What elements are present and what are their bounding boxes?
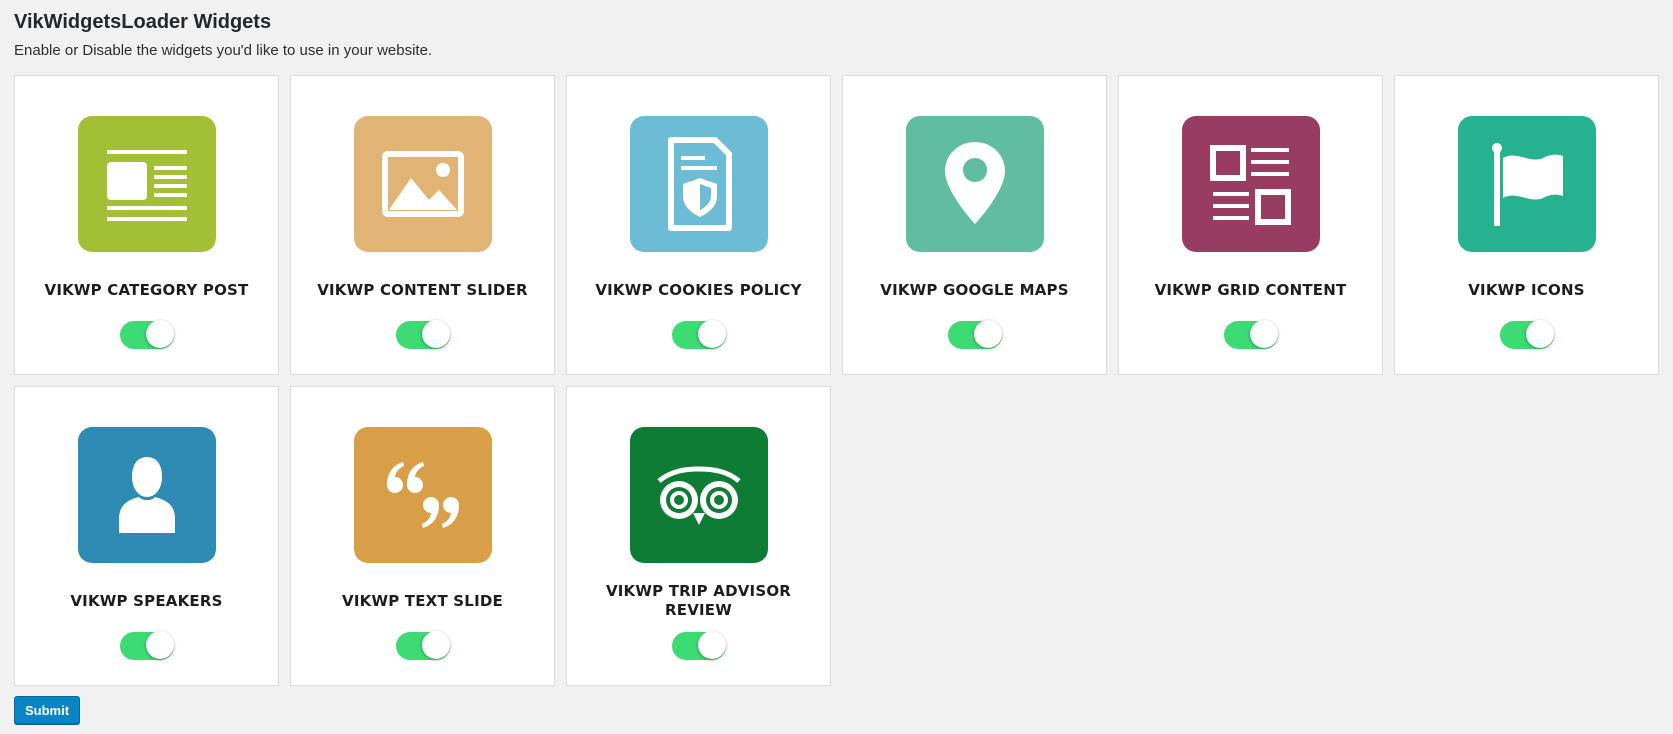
widget-tile (353, 427, 492, 563)
widget-card-trip-advisor-review: VIKWP TRIP ADVISOR REVIEW (566, 386, 831, 686)
widget-title: VIKWP CATEGORY POST (44, 280, 249, 299)
widget-toggle[interactable] (119, 631, 174, 660)
widget-card-text-slide: VIKWP TEXT SLIDE (290, 386, 555, 686)
widget-tile (77, 116, 216, 252)
widget-title: VIKWP TEXT SLIDE (342, 591, 503, 610)
widget-tile (905, 116, 1044, 252)
toggle-knob (145, 631, 174, 659)
widget-toggle[interactable] (395, 631, 450, 660)
widget-tile (353, 116, 492, 252)
toggle-knob (421, 320, 450, 348)
widget-toggle[interactable] (395, 320, 450, 349)
widget-tile (1181, 116, 1320, 252)
widget-toggle[interactable] (119, 320, 174, 349)
widget-card-grid-content: VIKWP GRID CONTENT (1118, 75, 1383, 375)
widget-title: VIKWP CONTENT SLIDER (317, 280, 528, 299)
widget-card-category-post: VIKWP CATEGORY POST (14, 75, 279, 375)
toggle-knob (973, 320, 1002, 348)
widget-tile (77, 427, 216, 563)
widget-title: VIKWP SPEAKERS (70, 591, 223, 610)
submit-button[interactable]: Submit (14, 696, 81, 724)
toggle-knob (697, 631, 726, 659)
widgets-grid: VIKWP CATEGORY POST VIKWP CONTENT SLIDER (14, 75, 1660, 686)
widget-title: VIKWP GOOGLE MAPS (880, 280, 1069, 299)
quote-icon (386, 462, 459, 528)
toggle-knob (1249, 320, 1278, 348)
widget-tile (629, 427, 768, 563)
widget-card-speakers: VIKWP SPEAKERS (14, 386, 279, 686)
toggle-knob (697, 320, 726, 348)
page-title: VikWidgetsLoader Widgets (14, 11, 272, 33)
widget-toggle[interactable] (947, 320, 1002, 349)
widget-card-icons: VIKWP ICONS (1394, 75, 1659, 375)
widget-card-cookies-policy: VIKWP COOKIES POLICY (566, 75, 831, 375)
owl-icon (656, 466, 741, 525)
toggle-knob (1525, 320, 1554, 348)
widget-title: VIKWP COOKIES POLICY (595, 280, 802, 299)
widget-tile (629, 116, 768, 252)
flag-icon (1491, 143, 1563, 226)
widget-toggle[interactable] (1223, 320, 1278, 349)
widget-toggle[interactable] (671, 631, 726, 660)
widget-card-google-maps: VIKWP GOOGLE MAPS (842, 75, 1107, 375)
widget-tile (1457, 116, 1596, 252)
widget-title: VIKWP GRID CONTENT (1154, 280, 1347, 299)
shield-document-icon (667, 137, 732, 231)
grid-content-icon (1209, 145, 1291, 225)
person-icon (118, 457, 175, 533)
page-description: Enable or Disable the widgets you'd like… (14, 42, 433, 59)
category-post-icon (106, 150, 187, 221)
widget-toggle[interactable] (671, 320, 726, 349)
toggle-knob (421, 631, 450, 659)
widget-toggle[interactable] (1499, 320, 1554, 349)
widget-title: VIKWP ICONS (1468, 280, 1585, 299)
map-pin-icon (944, 142, 1005, 224)
image-icon (381, 151, 464, 217)
toggle-knob (145, 320, 174, 348)
widget-title: VIKWP TRIP ADVISOR REVIEW (605, 582, 792, 619)
widget-card-content-slider: VIKWP CONTENT SLIDER (290, 75, 555, 375)
